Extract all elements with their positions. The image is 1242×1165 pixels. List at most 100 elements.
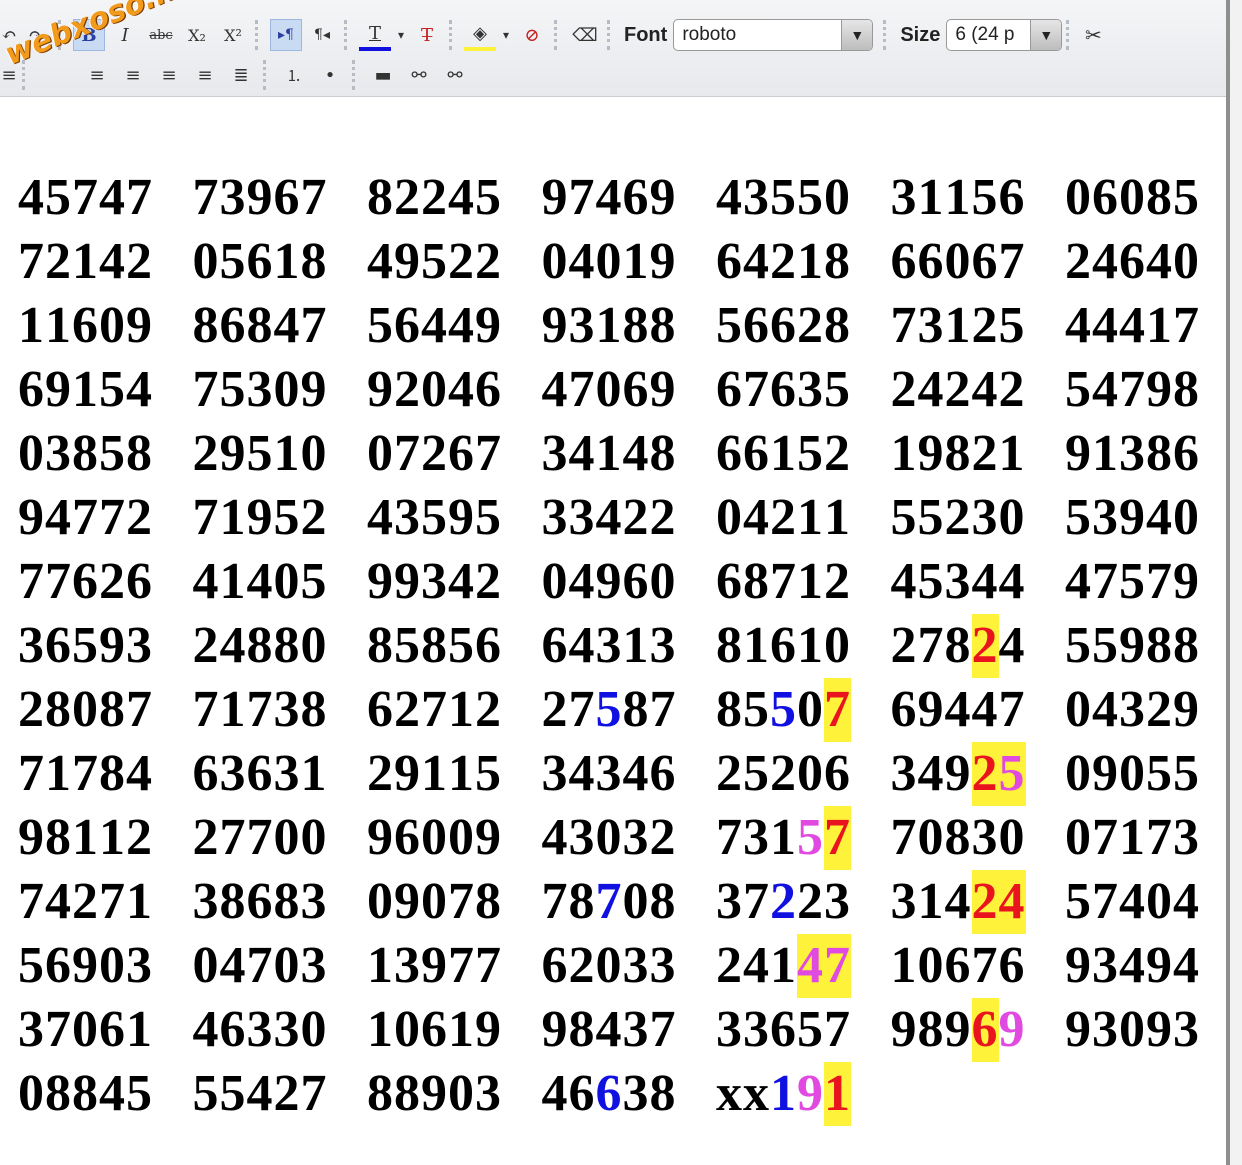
- number-digit: 4: [998, 870, 1026, 934]
- number-digit: 2: [971, 742, 999, 806]
- number-cell: 55230: [891, 486, 1066, 550]
- number-digit: 9: [18, 809, 45, 866]
- align-center-button[interactable]: ≡: [117, 59, 149, 91]
- number-digit: 3: [797, 361, 824, 418]
- number-digit: 9: [1065, 425, 1092, 482]
- number-digit: 5: [797, 1001, 824, 1058]
- text-color-button[interactable]: T: [359, 19, 391, 51]
- cut-icon[interactable]: ✂: [1081, 19, 1105, 51]
- number-cell: 78708: [542, 870, 717, 934]
- number-digit: 5: [743, 681, 770, 738]
- number-digit: 4: [421, 297, 448, 354]
- number-digit: 2: [126, 233, 153, 290]
- bold-button[interactable]: B: [73, 19, 105, 51]
- chevron-down-icon[interactable]: ▼: [841, 20, 873, 50]
- number-digit: 0: [367, 425, 394, 482]
- number-digit: 0: [1065, 745, 1092, 802]
- number-digit: 2: [824, 425, 851, 482]
- ordered-list-button[interactable]: ⒈: [278, 59, 310, 91]
- number-digit: 6: [246, 233, 274, 290]
- number-digit: x: [743, 1065, 770, 1122]
- number-digit: 3: [568, 809, 596, 866]
- highlight-color-button[interactable]: ◈: [464, 19, 496, 51]
- align-right-button[interactable]: ≡: [153, 59, 185, 91]
- strikethrough-button[interactable]: abc: [145, 19, 177, 51]
- number-digit: 8: [273, 617, 301, 674]
- number-digit: 3: [246, 361, 274, 418]
- number-cell: 13977: [367, 934, 542, 998]
- number-digit: 7: [475, 937, 502, 994]
- unlink-icon[interactable]: ⚯: [439, 59, 471, 91]
- indent-button[interactable]: ≣: [225, 59, 257, 91]
- align-justify-button[interactable]: ≡: [189, 59, 221, 91]
- rtl-direction-button[interactable]: ¶◂: [306, 19, 338, 51]
- highlight-dropdown-icon[interactable]: ▾: [500, 19, 512, 51]
- italic-button[interactable]: I: [109, 19, 141, 51]
- number-digit: 4: [1146, 489, 1173, 546]
- number-digit: 1: [448, 681, 475, 738]
- number-digit: 8: [1146, 425, 1173, 482]
- link-icon[interactable]: ⚯: [403, 59, 435, 91]
- number-digit: 3: [716, 873, 743, 930]
- number-digit: 9: [1119, 489, 1146, 546]
- number-cell: 31424: [891, 870, 1066, 934]
- number-digit: 0: [99, 937, 126, 994]
- number-digit: 6: [72, 553, 99, 610]
- number-digit: 2: [192, 809, 220, 866]
- remove-text-color-icon[interactable]: T̶: [411, 19, 443, 51]
- eraser-icon[interactable]: ⌫: [569, 19, 601, 51]
- number-cell: 38683: [193, 870, 368, 934]
- size-select[interactable]: 6 (24 p ▼: [946, 19, 1063, 51]
- redo-icon[interactable]: ↶: [1, 19, 16, 51]
- number-cell: 63631: [193, 742, 368, 806]
- number-digit: 5: [1173, 169, 1200, 226]
- number-digit: 2: [890, 617, 918, 674]
- number-digit: 5: [475, 745, 502, 802]
- number-digit: 2: [649, 809, 677, 866]
- number-digit: 7: [1092, 809, 1119, 866]
- number-digit: 2: [716, 937, 743, 994]
- number-digit: 1: [1119, 809, 1146, 866]
- number-digit: 0: [541, 553, 569, 610]
- number-digit: 4: [622, 425, 650, 482]
- number-cell: 04211: [716, 486, 891, 550]
- number-digit: 0: [595, 809, 623, 866]
- chevron-down-icon[interactable]: ▼: [1030, 20, 1062, 50]
- number-digit: 8: [45, 681, 72, 738]
- number-digit: 7: [18, 233, 45, 290]
- number-digit: 5: [421, 233, 448, 290]
- text-color-dropdown-icon[interactable]: ▾: [395, 19, 407, 51]
- align-left-icon[interactable]: ≡: [1, 59, 16, 91]
- number-cell: 91386: [1065, 422, 1240, 486]
- remove-highlight-icon[interactable]: ⊘: [516, 19, 548, 51]
- undo-icon[interactable]: ↷: [20, 19, 52, 51]
- number-digit: 5: [770, 681, 797, 738]
- number-digit: 1: [917, 169, 945, 226]
- number-digit: 1: [797, 553, 824, 610]
- number-digit: 6: [595, 1065, 623, 1122]
- number-digit: 1: [99, 809, 126, 866]
- horizontal-rule-button[interactable]: ▬: [367, 59, 399, 91]
- align-left-button[interactable]: ≡: [81, 59, 113, 91]
- font-select[interactable]: roboto ▼: [673, 19, 874, 51]
- number-cell: 04960: [542, 550, 717, 614]
- number-digit: 7: [824, 1001, 851, 1058]
- number-digit: 3: [126, 937, 153, 994]
- number-digit: 8: [45, 809, 72, 866]
- number-digit: 1: [126, 873, 153, 930]
- number-digit: 6: [219, 1001, 247, 1058]
- subscript-button[interactable]: X₂: [181, 19, 213, 51]
- unordered-list-button[interactable]: •: [314, 59, 346, 91]
- number-cell: 94772: [18, 486, 193, 550]
- number-digit: 0: [367, 873, 394, 930]
- number-digit: 3: [568, 489, 596, 546]
- number-digit: 0: [1173, 233, 1200, 290]
- number-digit: 4: [126, 745, 153, 802]
- number-digit: 7: [448, 873, 475, 930]
- number-digit: 5: [716, 297, 743, 354]
- ltr-direction-button[interactable]: ▸¶: [270, 19, 302, 51]
- number-digit: 6: [998, 937, 1026, 994]
- superscript-button[interactable]: X²: [217, 19, 249, 51]
- number-digit: 8: [622, 297, 650, 354]
- number-digit: 2: [18, 681, 45, 738]
